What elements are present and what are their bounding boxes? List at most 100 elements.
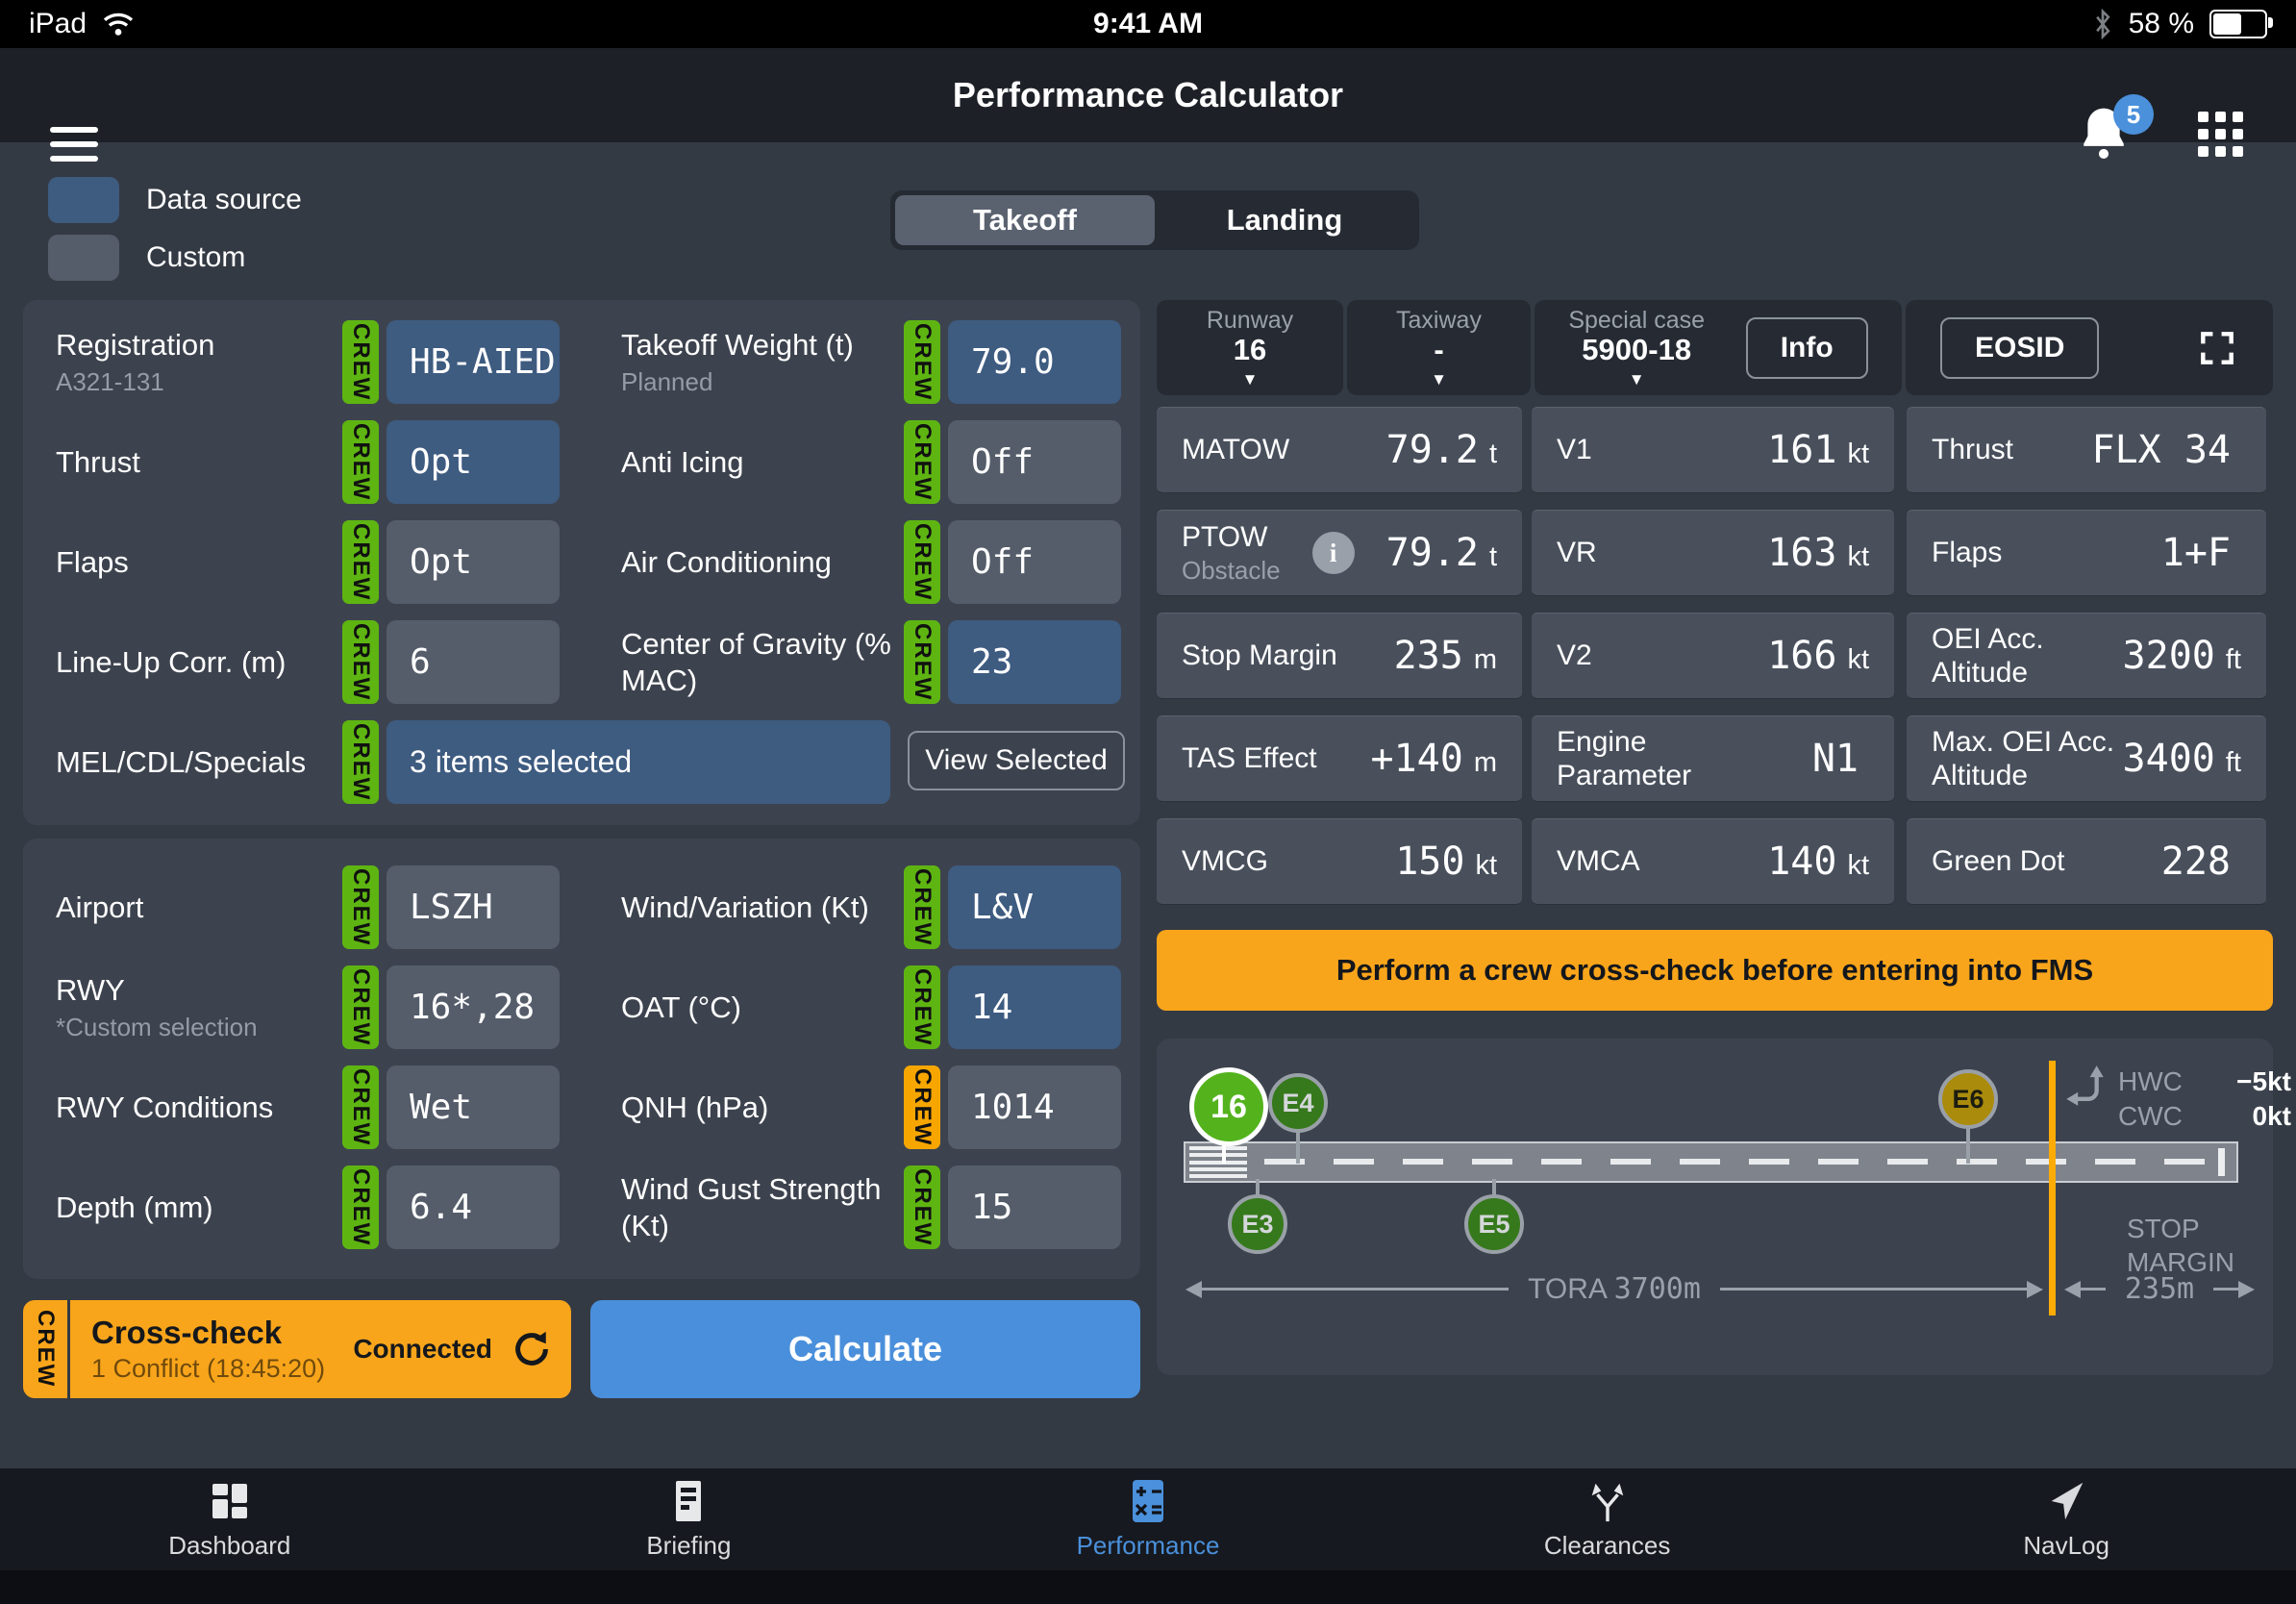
chevron-down-icon: ▼ [1431, 370, 1447, 388]
rwy-field[interactable]: 16*,28 [387, 965, 560, 1049]
wind-gust-field[interactable]: 15 [948, 1165, 1121, 1249]
result-vmca: VMCA 140kt [1532, 818, 1894, 905]
airport-field[interactable]: LSZH [387, 865, 560, 949]
tab-performance[interactable]: Performance [918, 1468, 1378, 1570]
dashboard-icon [208, 1478, 252, 1524]
result-ptow: PTOWObstacle i 79.2t [1157, 510, 1522, 596]
notifications-button[interactable]: 5 [2077, 104, 2138, 165]
thrust-field[interactable]: Opt [387, 420, 560, 504]
apps-grid-icon[interactable] [2198, 112, 2243, 157]
depth-field[interactable]: 6.4 [387, 1165, 560, 1249]
cross-check-title: Cross-check [91, 1315, 353, 1351]
status-time: 9:41 AM [0, 8, 2296, 40]
crew-badge: CREW [904, 620, 940, 704]
result-thrust: Thrust FLX 34 [1907, 407, 2266, 493]
info-icon[interactable]: i [1312, 532, 1355, 574]
field-label: RWY*Custom selection [56, 965, 344, 1049]
crew-badge: CREW [904, 1165, 940, 1249]
exit-e5-badge[interactable]: E5 [1464, 1194, 1524, 1254]
tab-bar: Dashboard Briefing Performance Clearance… [0, 1468, 2296, 1570]
page-title: Performance Calculator [0, 48, 2296, 142]
result-v2: V2 166kt [1532, 613, 1894, 699]
exit-e6-badge[interactable]: E6 [1938, 1069, 1998, 1129]
clearances-icon [1585, 1478, 1630, 1524]
crew-badge: CREW [342, 1065, 379, 1149]
panel-conditions: Airport CREW LSZH Wind/Variation (Kt) CR… [23, 839, 1140, 1279]
result-green-dot: Green Dot 228 [1907, 818, 2266, 905]
result-stop-margin: Stop Margin 235m [1157, 613, 1522, 699]
home-indicator-area [0, 1570, 2296, 1604]
exit-e4-badge[interactable]: E4 [1268, 1073, 1328, 1133]
taxiway-selector[interactable]: Taxiway - ▼ [1347, 300, 1531, 395]
tab-navlog[interactable]: NavLog [1836, 1468, 2296, 1570]
view-selected-button[interactable]: View Selected [908, 731, 1125, 790]
stop-point-line [2049, 1061, 2056, 1316]
air-conditioning-field[interactable]: Off [948, 520, 1121, 604]
result-matow: MATOW 79.2t [1157, 407, 1522, 493]
crew-badge: CREW [342, 420, 379, 504]
exit-stem [1296, 1129, 1300, 1164]
field-label: Airport [56, 865, 344, 949]
tab-landing[interactable]: Landing [1155, 195, 1414, 245]
calculator-icon [1126, 1478, 1170, 1524]
crew-badge: CREW [342, 720, 379, 804]
tab-dashboard[interactable]: Dashboard [0, 1468, 460, 1570]
crew-badge: CREW [342, 965, 379, 1049]
lineup-corr-field[interactable]: 6 [387, 620, 560, 704]
legend-custom: Custom [48, 235, 245, 281]
menu-icon[interactable] [50, 127, 98, 170]
field-label: OAT (°C) [621, 965, 910, 1049]
qnh-field[interactable]: 1014 [948, 1065, 1121, 1149]
wind-corner-icon [2063, 1064, 2113, 1114]
crew-badge: CREW [904, 320, 940, 404]
status-bar: iPad 9:41 AM 58 % [0, 0, 2296, 48]
result-vmcg: VMCG 150kt [1157, 818, 1522, 905]
tab-clearances[interactable]: Clearances [1378, 1468, 1837, 1570]
crew-cross-check-banner: Perform a crew cross-check before enteri… [1157, 930, 2273, 1011]
battery-icon [2209, 10, 2267, 38]
refresh-icon[interactable] [510, 1327, 554, 1371]
flaps-field[interactable]: Opt [387, 520, 560, 604]
field-label: Wind/Variation (Kt) [621, 865, 910, 949]
takeoff-weight-field[interactable]: 79.0 [948, 320, 1121, 404]
cross-check-panel[interactable]: CREW Cross-check 1 Conflict (18:45:20) C… [23, 1300, 571, 1398]
tab-takeoff[interactable]: Takeoff [895, 195, 1155, 245]
result-oei-acc-altitude: OEI Acc. Altitude 3200ft [1907, 613, 2266, 699]
result-flaps: Flaps 1+F [1907, 510, 2266, 596]
anti-icing-field[interactable]: Off [948, 420, 1121, 504]
center-of-gravity-field[interactable]: 23 [948, 620, 1121, 704]
registration-field[interactable]: HB-AIED [387, 320, 560, 404]
wind-variation-field[interactable]: L&V [948, 865, 1121, 949]
field-label: Depth (mm) [56, 1165, 344, 1249]
field-label: QNH (hPa) [621, 1065, 910, 1149]
special-case-selector[interactable]: Special case 5900-18 ▼ [1568, 307, 1705, 388]
chevron-down-icon: ▼ [1242, 370, 1259, 388]
cross-check-conflict: 1 Conflict (18:45:20) [91, 1354, 353, 1384]
result-v1: V1 161kt [1532, 407, 1894, 493]
special-case-cell: Special case 5900-18 ▼ Info [1535, 300, 1902, 395]
field-label: Anti Icing [621, 420, 910, 504]
wind-components: HWC−5kt CWC0kt [2118, 1065, 2291, 1132]
calculate-button[interactable]: Calculate [590, 1300, 1140, 1398]
crew-badge: CREW [904, 520, 940, 604]
stop-margin-measure: 235m [2064, 1272, 2255, 1306]
crew-badge: CREW [342, 520, 379, 604]
mel-cdl-field[interactable]: 3 items selected [387, 720, 890, 804]
custom-swatch [48, 235, 119, 281]
field-label: Air Conditioning [621, 520, 910, 604]
info-button[interactable]: Info [1746, 317, 1868, 379]
result-max-oei-acc-altitude: Max. OEI Acc. Altitude 3400ft [1907, 715, 2266, 802]
expand-icon[interactable] [2196, 327, 2238, 369]
crew-badge: CREW [904, 965, 940, 1049]
exit-e3-badge[interactable]: E3 [1228, 1194, 1287, 1254]
crew-badge: CREW [342, 865, 379, 949]
rwy-conditions-field[interactable]: Wet [387, 1065, 560, 1149]
eosid-button[interactable]: EOSID [1940, 317, 2099, 379]
field-label: RWY Conditions [56, 1065, 344, 1149]
tab-briefing[interactable]: Briefing [460, 1468, 919, 1570]
runway-selector[interactable]: Runway 16 ▼ [1157, 300, 1343, 395]
crew-badge-warning: CREW [904, 1065, 940, 1149]
oat-field[interactable]: 14 [948, 965, 1121, 1049]
result-engine-parameter: Engine Parameter N1 [1532, 715, 1894, 802]
crew-badge: CREW [342, 1165, 379, 1249]
